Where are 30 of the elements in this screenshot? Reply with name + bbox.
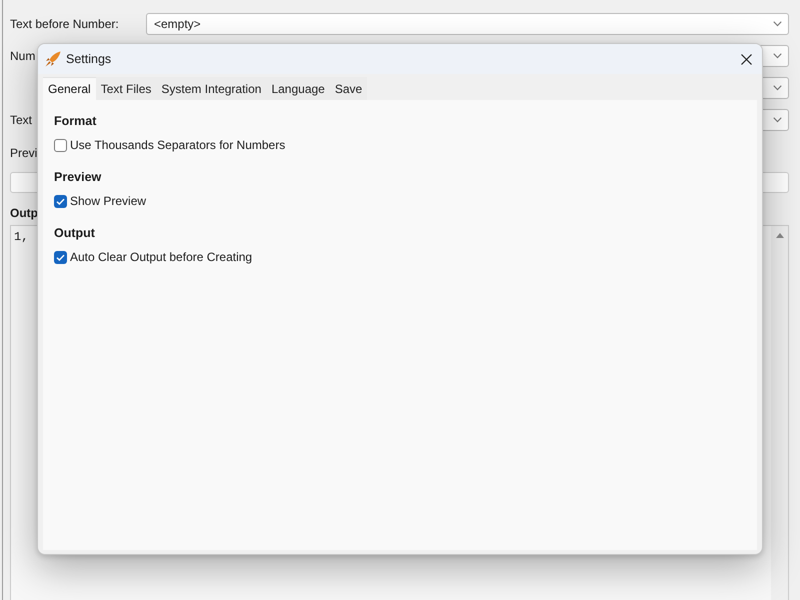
dialog-title: Settings [66, 52, 112, 66]
scroll-up-arrow-icon[interactable] [776, 233, 784, 238]
scrollbar[interactable] [771, 226, 788, 600]
tab[interactable]: Language [266, 77, 330, 100]
checkbox-label: Show Preview [70, 193, 146, 209]
section-heading: Preview [54, 169, 102, 185]
output-text: 1, [14, 230, 28, 244]
tab[interactable]: Text Files [96, 77, 156, 100]
tab[interactable]: System Integration [156, 77, 266, 100]
field-label: Previ [10, 145, 38, 161]
section-heading: Format [54, 113, 96, 129]
section-heading: Output [54, 225, 95, 241]
checkbox-label: Use Thousands Separators for Numbers [70, 137, 286, 153]
rocket-icon [45, 51, 61, 67]
checkbox[interactable] [54, 250, 67, 264]
checkbox[interactable] [54, 194, 67, 208]
checkbox[interactable] [54, 138, 67, 152]
close-icon [740, 54, 752, 64]
checkbox-label: Auto Clear Output before Creating [70, 249, 252, 265]
chevron-down-icon [773, 21, 782, 27]
tab[interactable]: General [43, 77, 96, 100]
chevron-down-icon [773, 85, 782, 91]
chevron-down-icon [773, 53, 782, 59]
chevron-down-icon [773, 117, 782, 123]
section-label: Outp [10, 205, 38, 221]
tab[interactable]: Save [330, 77, 368, 100]
field-label: Text before Number: [10, 16, 119, 32]
field-label: Num [10, 48, 36, 64]
combo-box[interactable]: <empty> [146, 13, 789, 35]
field-label: Text [10, 112, 32, 128]
